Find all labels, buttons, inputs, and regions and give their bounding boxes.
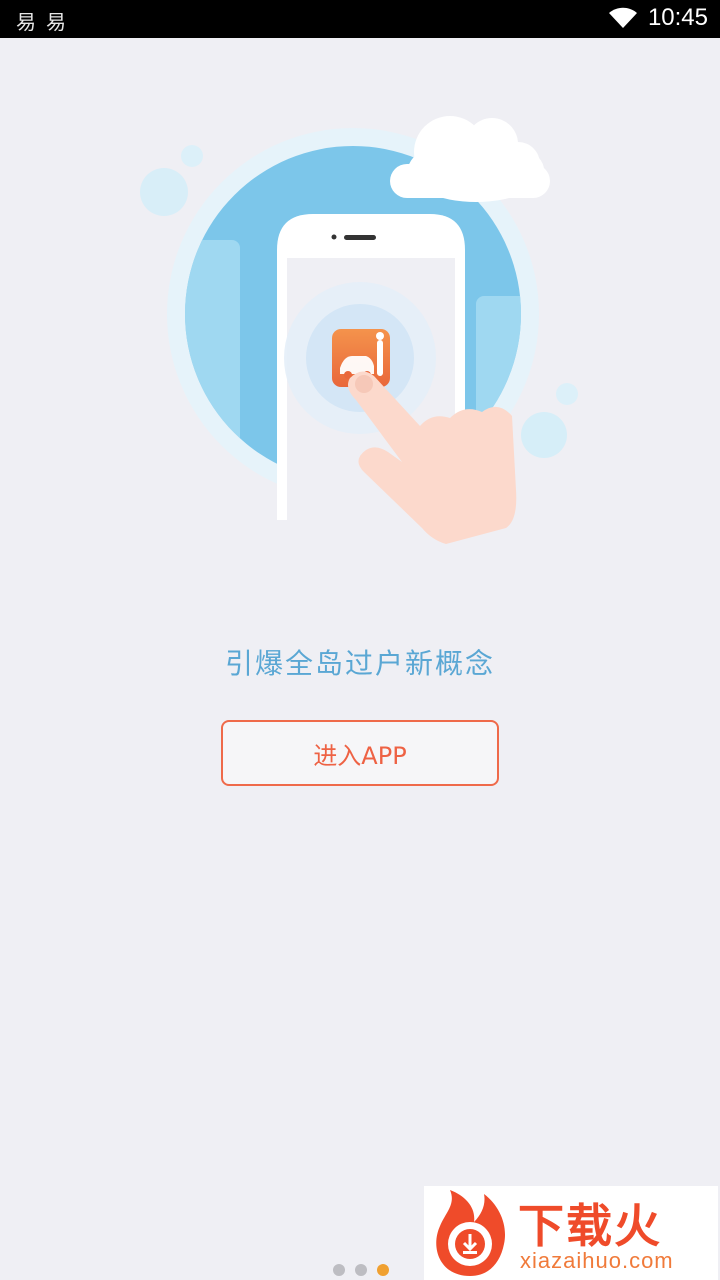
- tagline: 引爆全岛过户新概念: [224, 647, 495, 680]
- status-left-icons: 易 易: [16, 6, 66, 35]
- wifi-icon: [608, 7, 637, 28]
- watermark-title: 下载火: [518, 1199, 662, 1253]
- enter-app-button[interactable]: 进入APP: [221, 720, 499, 786]
- flame-logo-icon: [436, 1190, 506, 1276]
- watermark: 下载火 xiazaihuo.com: [424, 1186, 718, 1280]
- status-right: 10:45: [608, 4, 708, 32]
- notification-icon: 易: [16, 10, 36, 34]
- bubble-icon: [521, 412, 567, 458]
- bubble-icon: [140, 168, 188, 216]
- notification-icon: 易: [46, 10, 66, 34]
- bubble-icon: [181, 145, 203, 167]
- page-dot-active: [377, 1264, 389, 1276]
- cloud-icon: [390, 116, 550, 202]
- page-dot: [333, 1264, 345, 1276]
- status-time: 10:45: [647, 4, 708, 31]
- status-bar: 易 易 10:45: [0, 0, 720, 38]
- page-dot: [355, 1264, 367, 1276]
- page-indicator: [333, 1264, 389, 1276]
- watermark-url: xiazaihuo.com: [520, 1248, 674, 1273]
- enter-app-label: 进入APP: [313, 741, 407, 770]
- bubble-icon: [556, 383, 578, 405]
- onboarding-illustration: [140, 116, 578, 544]
